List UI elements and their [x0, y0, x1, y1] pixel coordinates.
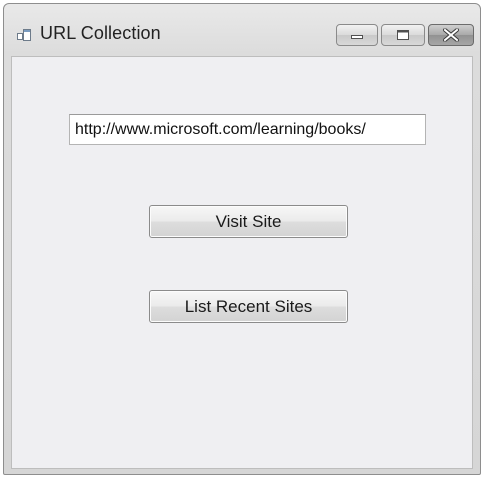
caption-buttons	[336, 24, 474, 46]
maximize-button[interactable]	[381, 24, 425, 46]
close-button[interactable]	[428, 24, 474, 46]
title-bar[interactable]: URL Collection	[4, 4, 480, 56]
visit-site-button[interactable]: Visit Site	[149, 205, 348, 238]
minimize-button[interactable]	[336, 24, 378, 46]
form-client-area: Visit Site List Recent Sites	[11, 56, 473, 469]
app-window: URL Collection http://www.microsoft.com/…	[3, 3, 481, 475]
window-title: URL Collection	[40, 23, 161, 43]
list-recent-sites-button[interactable]: List Recent Sites	[149, 290, 348, 323]
form-icon	[17, 28, 31, 42]
url-input[interactable]	[69, 114, 426, 145]
